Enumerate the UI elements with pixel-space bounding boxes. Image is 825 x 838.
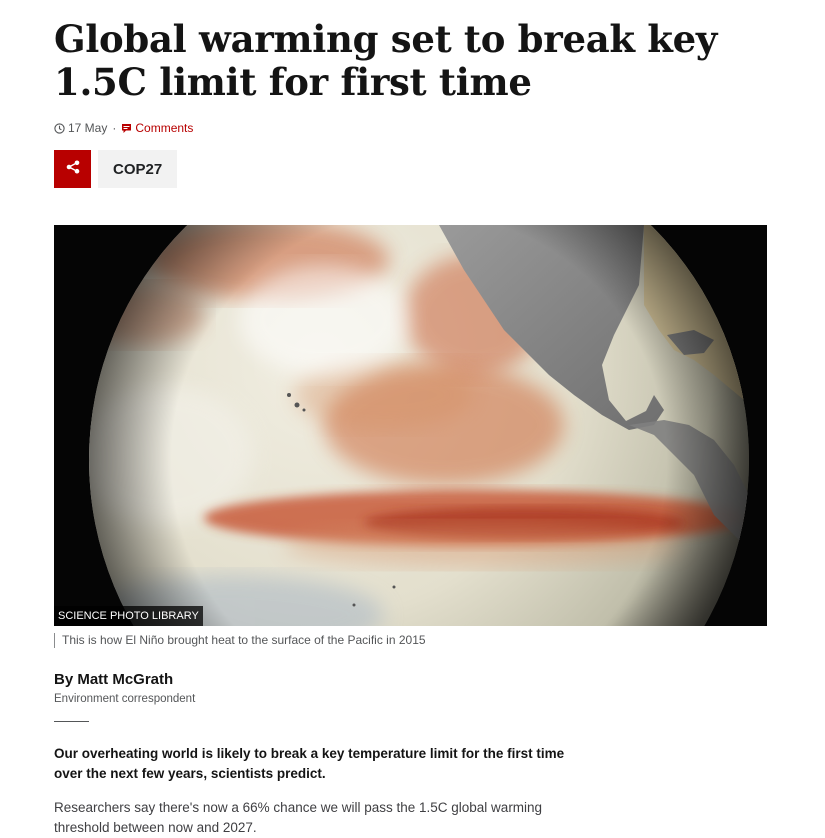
comments-link[interactable]: Comments [135, 121, 193, 135]
publish-date: 17 May [68, 121, 108, 135]
share-icon [66, 160, 80, 179]
headline: Global warming set to break key 1.5C lim… [54, 17, 718, 104]
article-actions: COP27 [54, 150, 178, 188]
earth-sst-image [54, 225, 767, 626]
article-intro: Our overheating world is likely to break… [54, 746, 565, 781]
byline-divider [54, 721, 89, 722]
author-name: By Matt McGrath [54, 671, 174, 688]
topic-tag-button[interactable]: COP27 [98, 150, 178, 188]
article-meta: 17 May · Comments [54, 121, 193, 135]
meta-separator: · [112, 121, 117, 135]
clock-icon [54, 122, 65, 134]
share-button[interactable] [54, 150, 91, 188]
article-paragraph: Researchers say there's now a 66% chance… [54, 800, 543, 835]
image-caption: This is how El Niño brought heat to the … [54, 633, 426, 648]
author-role: Environment correspondent [54, 693, 196, 705]
hero-image: SCIENCE PHOTO LIBRARY [54, 225, 767, 626]
comment-icon[interactable] [121, 123, 132, 134]
image-credit: SCIENCE PHOTO LIBRARY [54, 606, 203, 626]
